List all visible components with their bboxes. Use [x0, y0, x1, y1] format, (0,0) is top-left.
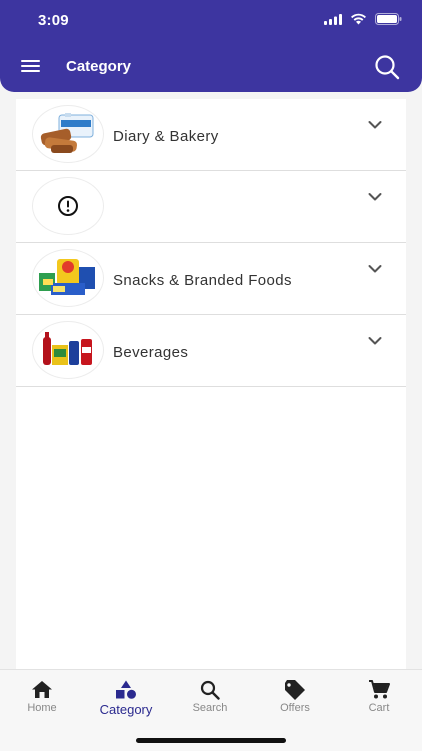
hamburger-icon [21, 60, 40, 72]
header-search-button[interactable] [374, 54, 400, 80]
tab-label: Search [192, 702, 228, 714]
category-icon [116, 680, 136, 699]
signal-icon [324, 13, 342, 25]
image-missing-icon [32, 177, 104, 235]
wifi-icon [351, 13, 366, 25]
tab-cart[interactable]: Cart [337, 670, 421, 720]
chevron-down-icon[interactable] [368, 192, 382, 202]
category-label: Diary & Bakery [113, 128, 219, 145]
status-time: 3:09 [38, 12, 69, 29]
battery-icon [375, 13, 402, 25]
tab-offers[interactable]: Offers [253, 670, 337, 720]
menu-button[interactable] [20, 58, 42, 76]
search-icon [375, 55, 400, 80]
page-title: Category [66, 58, 132, 75]
category-label: Snacks & Branded Foods [113, 272, 292, 289]
app-header: 3:09 Category [0, 0, 422, 92]
category-label: Beverages [113, 344, 189, 361]
category-row-snacks[interactable]: Snacks & Branded Foods [16, 243, 406, 315]
snacks-image [32, 249, 104, 307]
cart-icon [369, 680, 390, 699]
tab-search[interactable]: Search [168, 670, 252, 720]
dairy-bakery-image [32, 105, 104, 163]
tab-label: Cart [368, 702, 390, 714]
chevron-down-icon[interactable] [368, 336, 382, 346]
chevron-down-icon[interactable] [368, 264, 382, 274]
home-icon [32, 681, 52, 698]
category-row-dairy-bakery[interactable]: Diary & Bakery [16, 99, 406, 171]
category-list: Diary & Bakery Snacks & Branded Foods Be… [16, 99, 406, 669]
beverages-image [32, 321, 104, 379]
category-row-beverages[interactable]: Beverages [16, 315, 406, 387]
tab-label: Category [99, 702, 153, 717]
status-icons [324, 13, 402, 25]
tab-category[interactable]: Category [84, 670, 168, 720]
search-icon [200, 680, 220, 700]
tab-label: Home [27, 702, 57, 714]
tab-label: Offers [280, 702, 310, 714]
chevron-down-icon[interactable] [368, 120, 382, 130]
tag-icon [285, 680, 305, 700]
tab-home[interactable]: Home [0, 670, 84, 720]
home-indicator [136, 738, 286, 743]
category-row-untitled[interactable] [16, 171, 406, 243]
